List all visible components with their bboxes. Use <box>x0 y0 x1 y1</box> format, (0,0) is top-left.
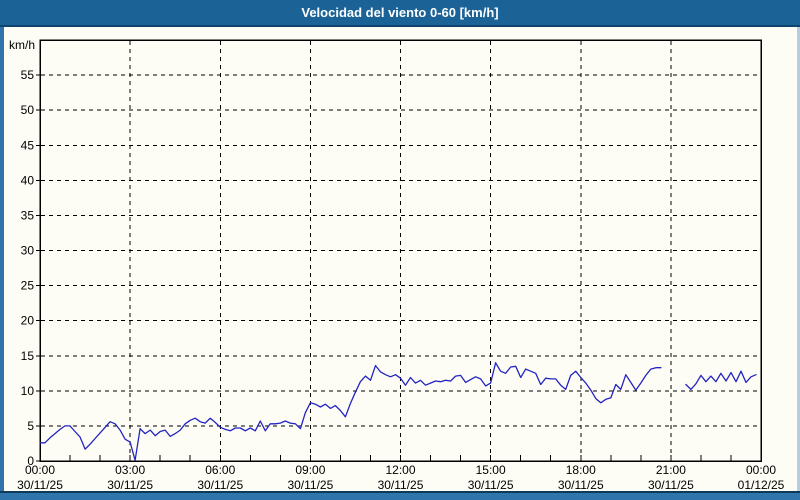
window-border-bottom <box>0 491 800 500</box>
svg-text:01/12/25: 01/12/25 <box>738 478 785 492</box>
svg-text:30/11/25: 30/11/25 <box>558 478 604 492</box>
window-border-left <box>0 27 4 500</box>
chart-window: Velocidad del viento 0-60 [km/h] 0 5 10 15 2… <box>0 0 800 500</box>
svg-text:30/11/25: 30/11/25 <box>107 478 153 492</box>
svg-text:15:00: 15:00 <box>476 463 506 477</box>
wind-speed-chart: 051015202530354045505500:0030/11/2503:00… <box>9 38 785 492</box>
svg-text:10: 10 <box>21 384 35 398</box>
svg-text:55: 55 <box>21 68 35 82</box>
svg-text:00:00: 00:00 <box>746 463 776 477</box>
y-axis-unit-label: km/h <box>9 38 35 52</box>
svg-text:5: 5 <box>27 419 34 433</box>
svg-text:15: 15 <box>21 349 35 363</box>
svg-text:40: 40 <box>21 173 35 187</box>
svg-text:12:00: 12:00 <box>385 463 415 477</box>
svg-text:21:00: 21:00 <box>656 463 686 477</box>
wind-speed-line <box>39 362 757 461</box>
svg-text:50: 50 <box>21 103 35 117</box>
svg-text:30: 30 <box>21 244 35 258</box>
svg-text:00:00: 00:00 <box>25 463 55 477</box>
svg-text:45: 45 <box>21 138 35 152</box>
svg-text:30/11/25: 30/11/25 <box>468 478 514 492</box>
svg-text:30/11/25: 30/11/25 <box>378 478 424 492</box>
svg-text:35: 35 <box>21 208 35 222</box>
svg-text:03:00: 03:00 <box>115 463 145 477</box>
svg-text:30/11/25: 30/11/25 <box>197 478 243 492</box>
svg-text:30/11/25: 30/11/25 <box>17 478 63 492</box>
svg-text:30/11/25: 30/11/25 <box>287 478 333 492</box>
svg-text:30/11/25: 30/11/25 <box>648 478 694 492</box>
svg-text:25: 25 <box>21 279 35 293</box>
svg-text:18:00: 18:00 <box>566 463 596 477</box>
svg-text:09:00: 09:00 <box>295 463 325 477</box>
svg-text:20: 20 <box>21 314 35 328</box>
chart-gridlines <box>41 41 760 460</box>
svg-text:06:00: 06:00 <box>205 463 235 477</box>
